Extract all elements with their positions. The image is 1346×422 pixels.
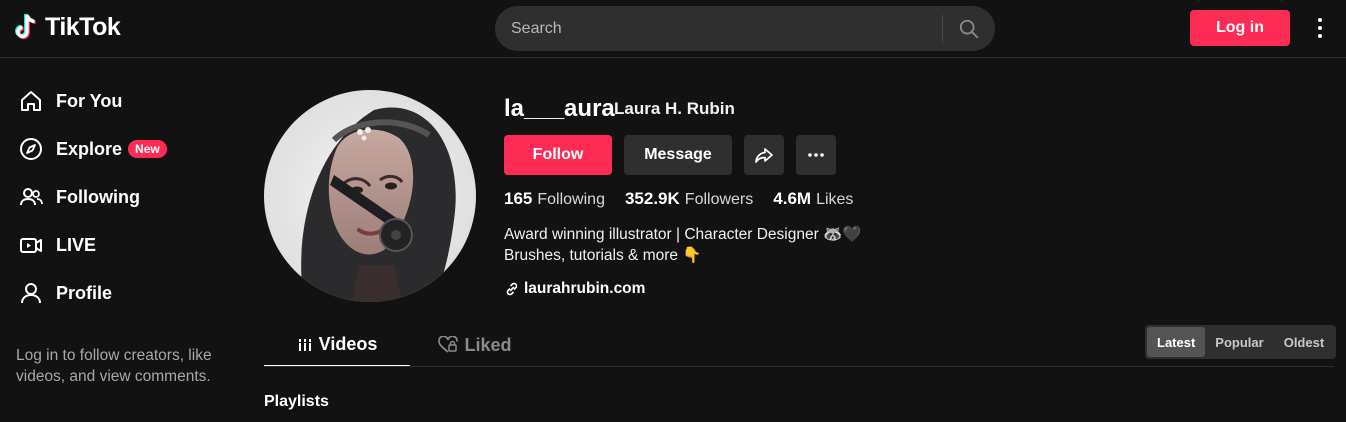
tiktok-logo-icon [15, 13, 37, 40]
message-button[interactable]: Message [624, 135, 732, 175]
search-bar [495, 6, 995, 51]
sidebar-item-following[interactable]: Following [18, 177, 140, 217]
search-input[interactable] [495, 6, 942, 51]
bio-line: Brushes, tutorials & more 👇 [504, 247, 702, 264]
stat-label: Followers [684, 191, 754, 208]
profile-more-button[interactable] [796, 135, 836, 175]
profile-stats: 165 Following 352.9K Followers 4.6M Likes [504, 189, 853, 209]
top-bar: TikTok Log in [0, 0, 1346, 58]
link-icon [506, 282, 518, 296]
stat-likes: 4.6M Likes [773, 189, 853, 209]
sidebar-item-live[interactable]: LIVE [18, 225, 96, 265]
stat-value: 352.9K [624, 189, 680, 208]
sidebar-item-label: Profile [56, 282, 113, 303]
sidebar-item-label: Explore [56, 138, 123, 159]
stat-followers[interactable]: 352.9K Followers [625, 189, 753, 209]
live-icon [18, 232, 44, 258]
sidebar-item-for-you[interactable]: For You [18, 81, 122, 121]
follow-button[interactable]: Follow [504, 135, 612, 175]
share-button[interactable] [744, 135, 784, 175]
share-icon [755, 148, 773, 163]
person-icon [18, 280, 44, 306]
home-icon [18, 88, 44, 114]
sidebar-item-profile[interactable]: Profile [18, 273, 112, 313]
login-prompt-text: Log in to follow creators, like videos, … [16, 347, 212, 385]
logo-text: TikTok [45, 12, 121, 41]
profile-avatar [264, 90, 476, 302]
more-options-icon[interactable] [1310, 14, 1330, 42]
tab-liked[interactable]: Liked [410, 324, 540, 366]
sort-popular[interactable]: Popular [1205, 327, 1273, 357]
stat-label: Following [537, 191, 605, 208]
stat-value: 165 [504, 189, 533, 208]
sidebar-item-label: Following [56, 186, 140, 207]
profile-username: la___aura [504, 95, 615, 122]
profile-link-text: laurahrubin.com [524, 280, 646, 297]
login-button[interactable]: Log in [1190, 10, 1290, 46]
stat-following[interactable]: 165 Following [504, 189, 605, 209]
profile-link[interactable]: laurahrubin.com [504, 280, 645, 298]
sort-toggle: Latest Popular Oldest [1145, 325, 1337, 359]
grid-icon [297, 338, 312, 351]
sort-latest[interactable]: Latest [1147, 327, 1206, 357]
search-button[interactable] [943, 6, 995, 51]
sidebar-item-label: LIVE [56, 234, 97, 255]
sidebar-item-explore[interactable]: Explore New [18, 129, 167, 169]
bio-line: Award winning illustrator | Character De… [504, 226, 862, 243]
sort-oldest[interactable]: Oldest [1274, 327, 1334, 357]
playlists-heading: Playlists [264, 393, 329, 410]
tab-label: Liked [464, 334, 512, 355]
tiktok-logo[interactable]: TikTok [14, 12, 121, 42]
stat-label: Likes [816, 191, 854, 208]
tab-label: Videos [318, 334, 378, 354]
new-badge: New [128, 140, 167, 158]
heart-lock-icon [438, 336, 459, 353]
profile-full-name: Laura H. Rubin [614, 99, 735, 118]
sidebar: For You Explore New Following LIVE Profi… [0, 59, 240, 422]
people-icon [18, 184, 44, 210]
tab-videos[interactable]: Videos [264, 324, 410, 367]
ellipsis-icon [808, 153, 824, 157]
sidebar-item-label: For You [56, 90, 123, 111]
stat-value: 4.6M [773, 189, 812, 208]
profile-bio: Award winning illustrator | Character De… [504, 224, 862, 266]
search-icon [959, 19, 979, 38]
tabs-divider [264, 366, 1334, 367]
compass-icon [18, 136, 44, 162]
